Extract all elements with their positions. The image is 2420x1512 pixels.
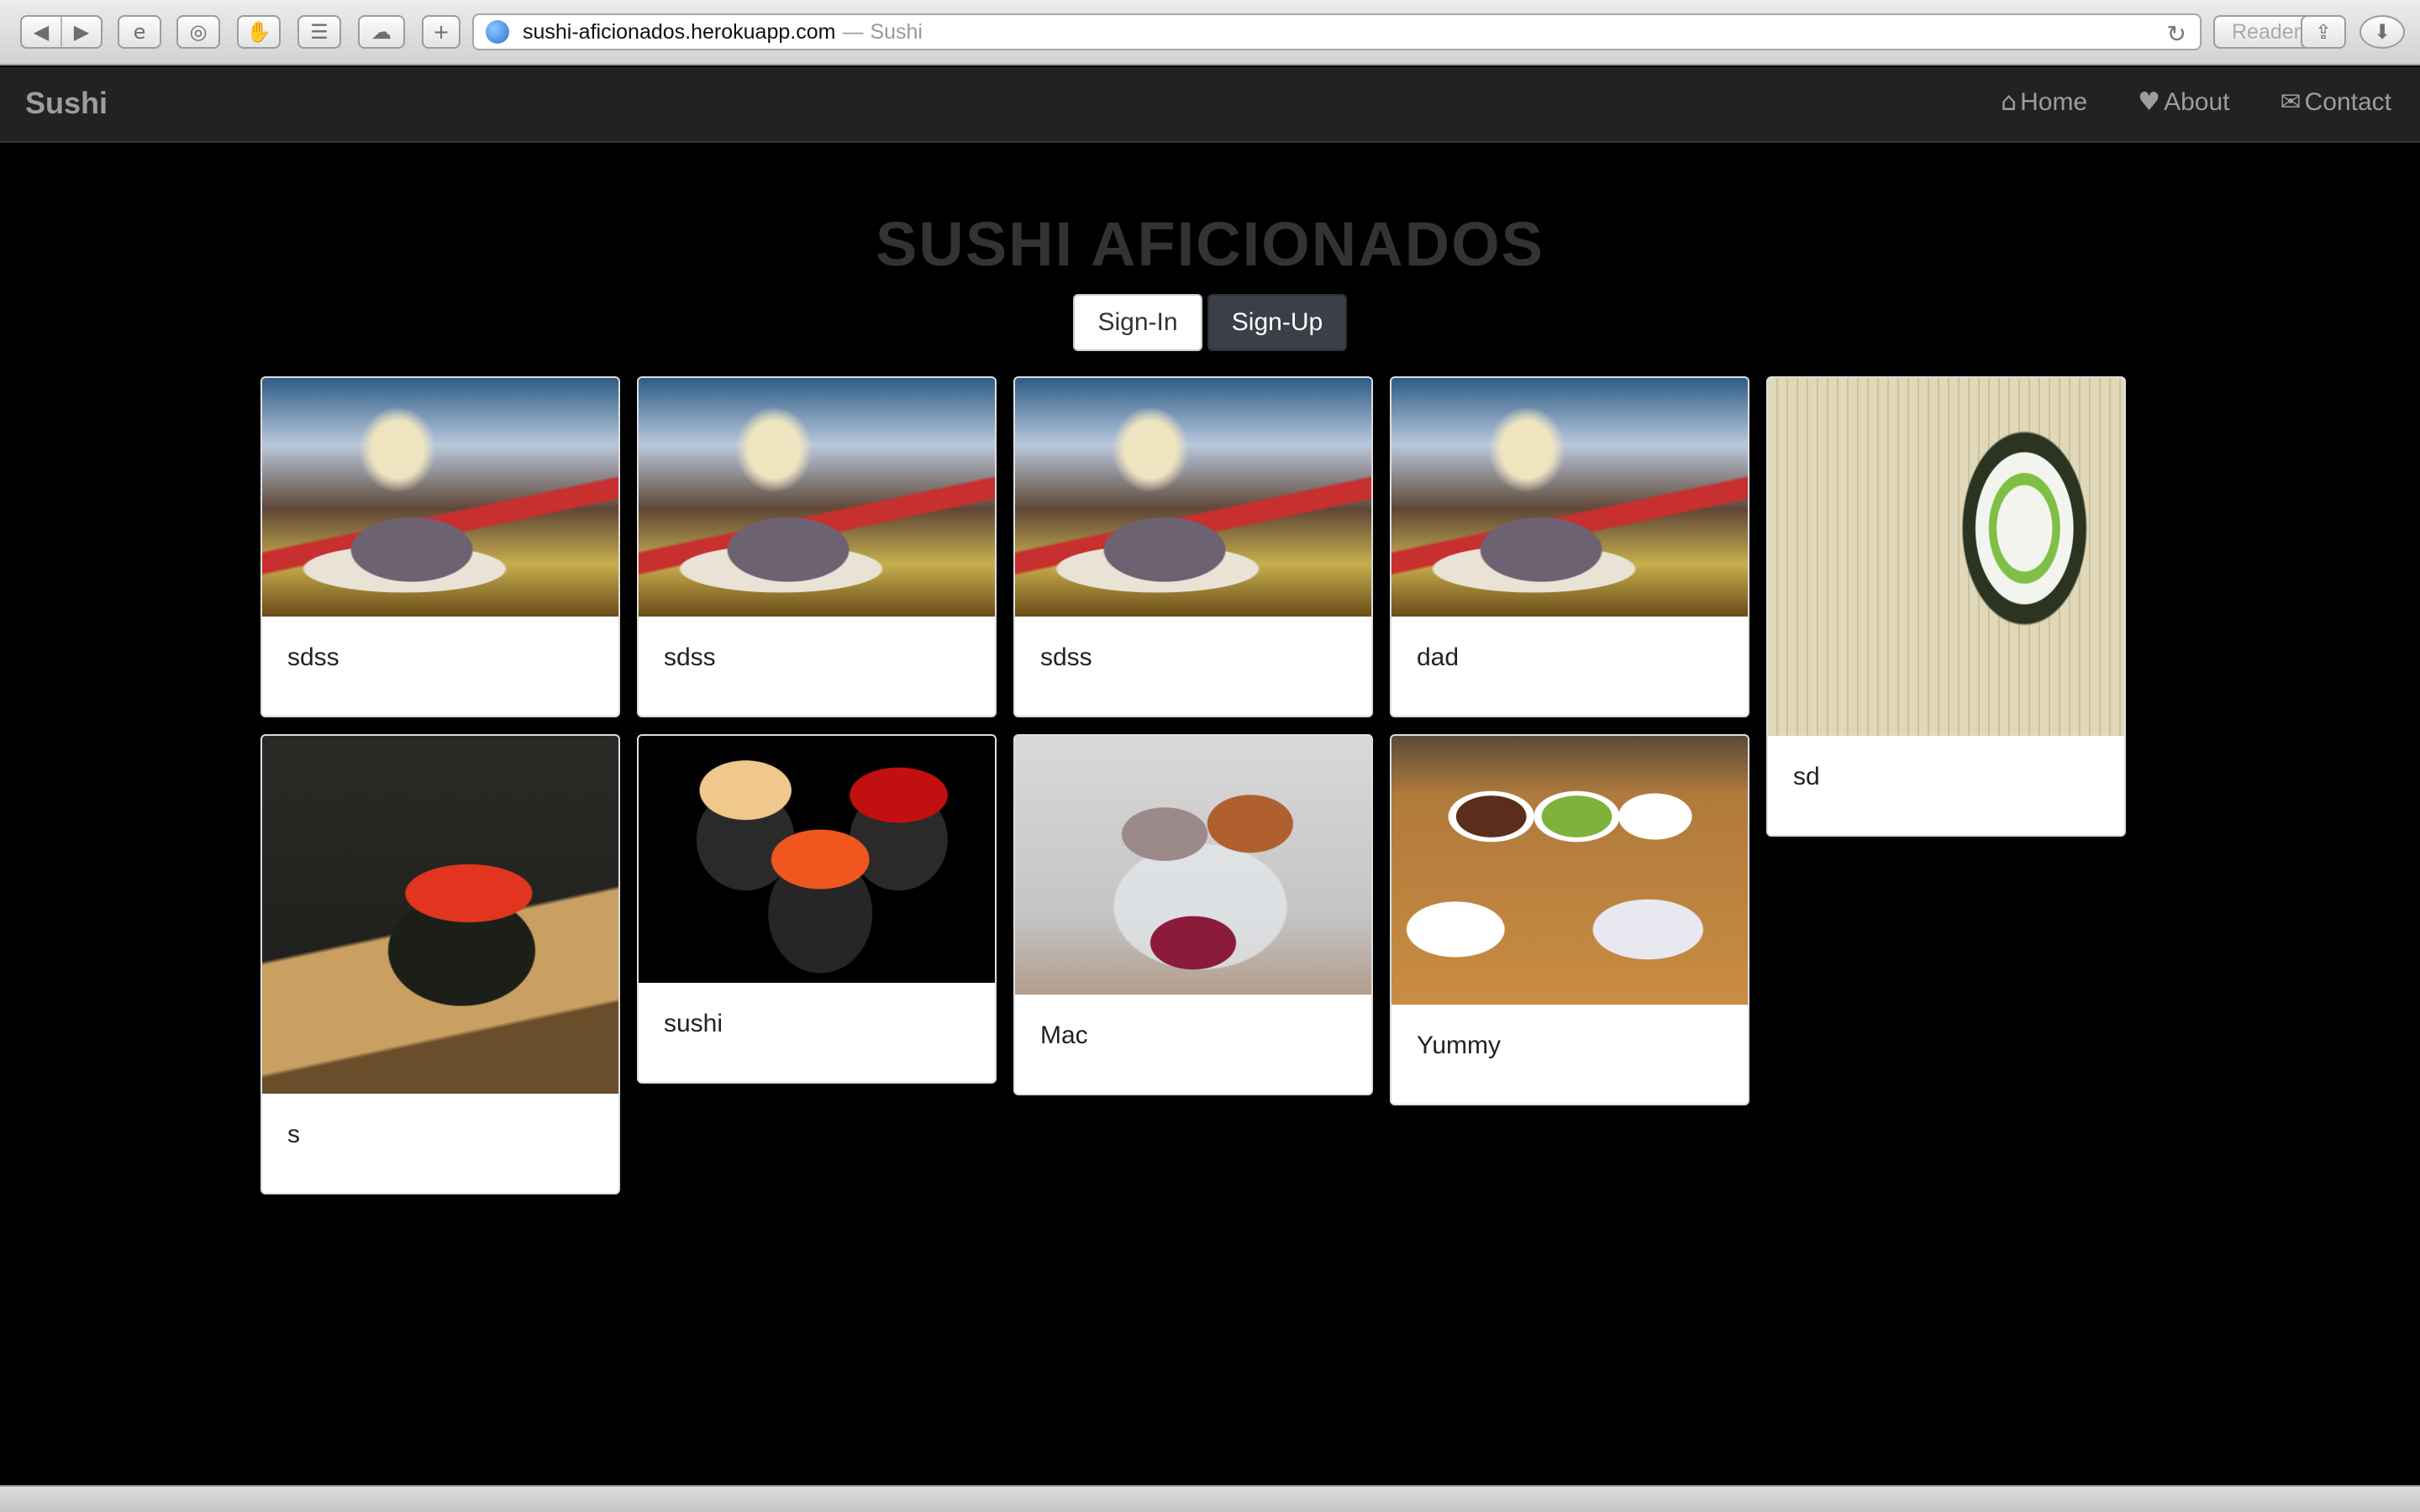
post-caption: s (287, 1121, 300, 1148)
post-card[interactable]: sd (1766, 376, 2126, 837)
back-icon[interactable]: ◀ (22, 17, 60, 47)
sign-up-button[interactable]: Sign-Up (1207, 294, 1347, 351)
brand-link[interactable]: Sushi (25, 86, 108, 121)
ikura-sushi-photo (639, 736, 995, 983)
url-separator: — (842, 19, 864, 44)
nav-about-label: About (2164, 87, 2230, 116)
post-caption: sdss (1040, 643, 1092, 671)
nav-contact[interactable]: ✉ Contact (2280, 87, 2391, 117)
auth-buttons: Sign-In Sign-Up (0, 294, 2420, 351)
compass-icon[interactable]: ◎ (176, 15, 220, 49)
page-title: SUSHI AFICIONADOS (876, 209, 1544, 279)
browser-status-bar (0, 1485, 2420, 1512)
cloud-icon[interactable]: ☁ (358, 15, 405, 49)
post-card[interactable]: sdss (260, 376, 620, 717)
globe-icon (486, 20, 509, 44)
layers-icon[interactable]: ☰ (297, 15, 341, 49)
macarons-painting (1015, 736, 1371, 995)
app-navbar: Sushi ⌂ Home ♥ About ✉ Contact (0, 67, 2420, 143)
heart-icon: ♥ (2138, 87, 2161, 117)
post-card[interactable]: Mac (1013, 734, 1373, 1095)
post-card[interactable]: dad (1390, 376, 1749, 717)
dinner-table-photo (1392, 736, 1748, 1005)
post-card[interactable]: sdss (1013, 376, 1373, 717)
envelope-icon: ✉ (2280, 87, 2302, 117)
post-caption: sushi (664, 1010, 723, 1037)
post-card[interactable]: sushi (637, 734, 997, 1084)
restaurant-photo (639, 378, 995, 617)
url-host: sushi-aficionados.herokuapp.com (523, 19, 836, 44)
restaurant-photo (262, 378, 618, 617)
nav-contact-label: Contact (2304, 87, 2391, 116)
home-icon: ⌂ (2001, 87, 2018, 117)
back-forward-buttons[interactable]: ◀ ▶ (20, 15, 103, 49)
nav-home-label: Home (2020, 87, 2088, 116)
post-card[interactable]: sdss (637, 376, 997, 717)
post-card[interactable]: Yummy (1390, 734, 1749, 1105)
url-page-title: Sushi (870, 19, 923, 44)
restaurant-photo (1392, 378, 1748, 617)
sign-in-button[interactable]: Sign-In (1073, 294, 1202, 351)
gunkan-painting (262, 736, 618, 1094)
restaurant-photo (1015, 378, 1371, 617)
sushi-roll-photo (1768, 378, 2124, 736)
evernote-icon[interactable]: ✋ (237, 15, 281, 49)
post-caption: sd (1793, 763, 1820, 790)
forward-icon[interactable]: ▶ (60, 17, 101, 47)
share-icon[interactable]: ⇪ (2301, 15, 2346, 49)
new-tab-button[interactable]: + (422, 15, 460, 49)
download-icon[interactable]: ⬇ (2360, 15, 2405, 49)
post-caption: sdss (664, 643, 716, 671)
nav-links: ⌂ Home ♥ About ✉ Contact (2001, 87, 2391, 117)
post-caption: Mac (1040, 1021, 1088, 1049)
plus-icon: + (432, 20, 450, 44)
post-caption: dad (1417, 643, 1460, 671)
post-caption: sdss (287, 643, 339, 671)
browser-toolbar: ◀ ▶ e ◎ ✋ ☰ ☁ + sushi-aficionados.heroku… (0, 0, 2420, 66)
nav-home[interactable]: ⌂ Home (2001, 87, 2087, 117)
reload-icon[interactable]: ↻ (2167, 20, 2186, 48)
post-caption: Yummy (1417, 1032, 1502, 1059)
internet-explorer-icon[interactable]: e (118, 15, 161, 49)
post-card[interactable]: s (260, 734, 620, 1194)
nav-about[interactable]: ♥ About (2138, 87, 2229, 117)
address-bar[interactable]: sushi-aficionados.herokuapp.com — Sushi … (472, 13, 2202, 50)
